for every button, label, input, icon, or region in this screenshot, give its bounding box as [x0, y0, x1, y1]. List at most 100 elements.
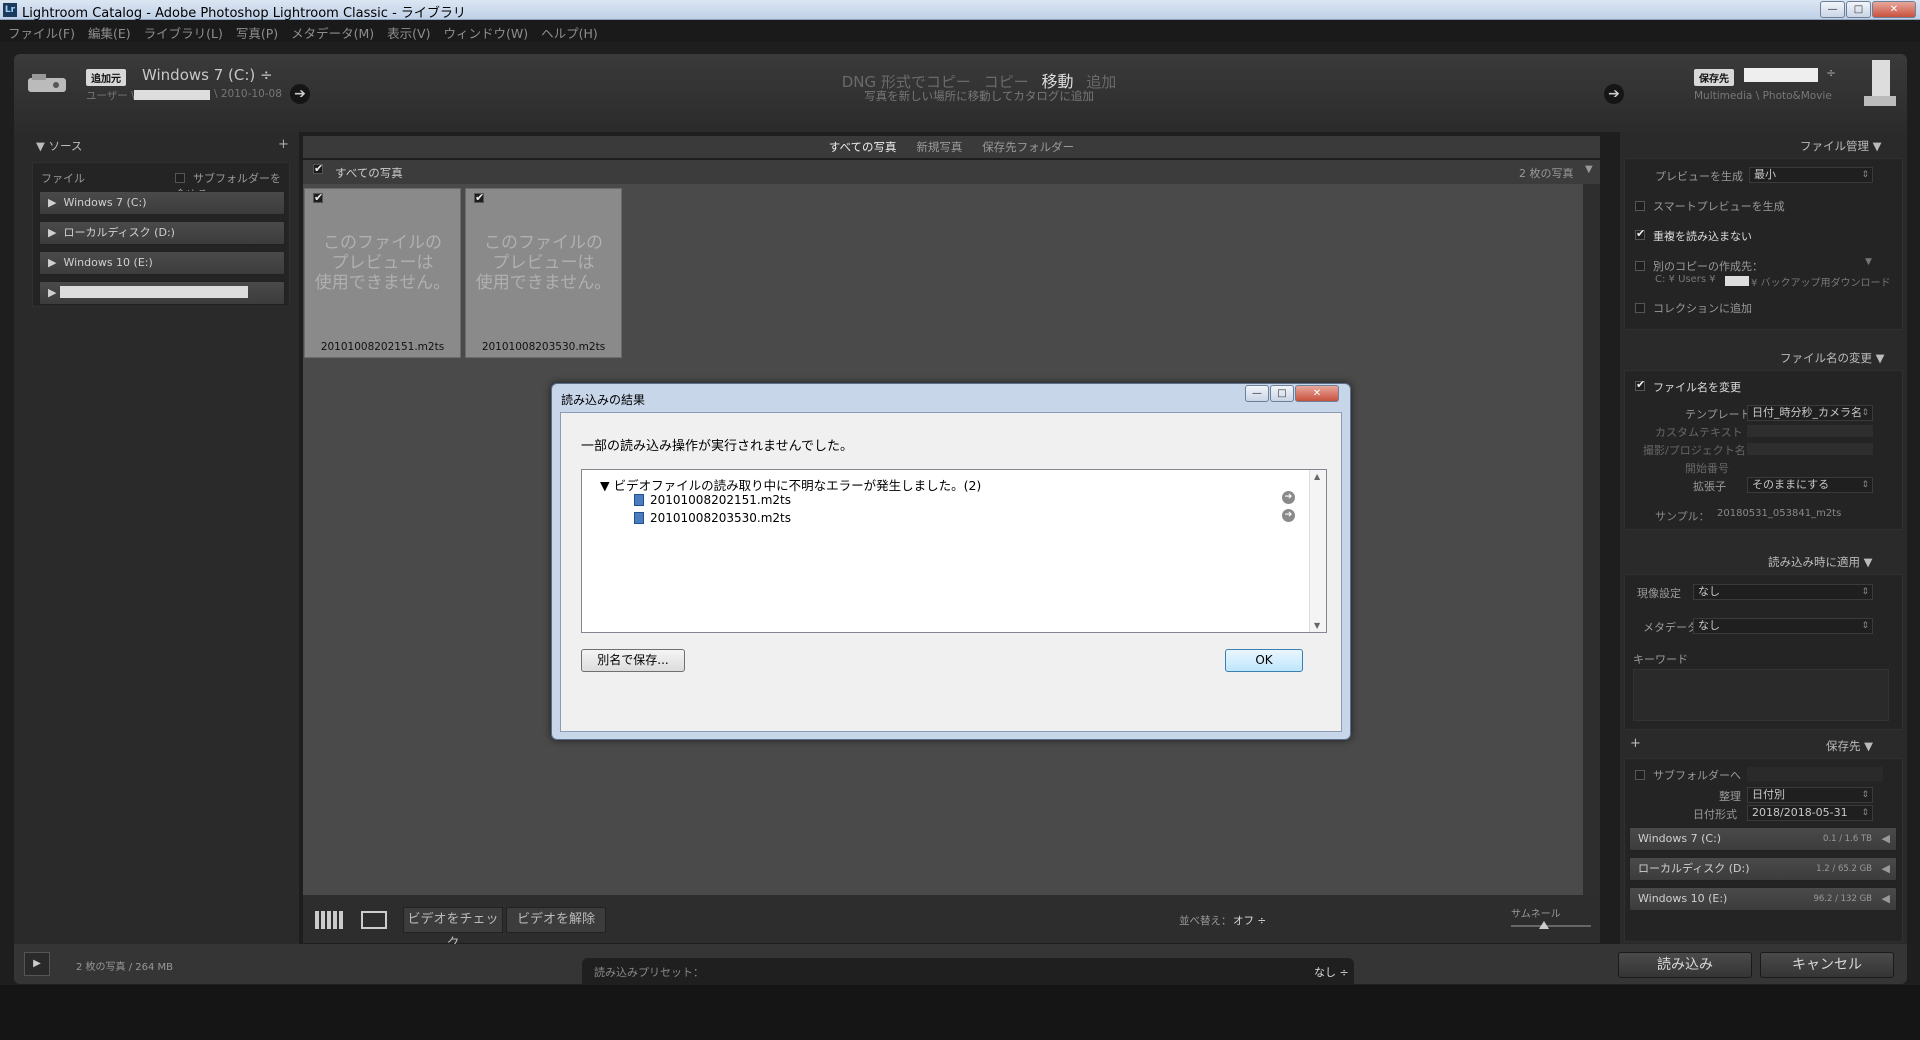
thumbnail-size-slider[interactable] — [1511, 925, 1591, 927]
template-dropdown[interactable]: 日付_時分秒_カメラ名 — [1747, 405, 1873, 421]
develop-settings-dropdown[interactable]: なし — [1693, 584, 1873, 600]
loupe-view-icon[interactable] — [361, 911, 387, 929]
menu-file[interactable]: ファイル(F) — [0, 20, 80, 42]
no-duplicates-option[interactable]: 重複を読み込まない — [1635, 228, 1752, 244]
source-drive-redacted[interactable]: ▶ — [39, 281, 285, 305]
cancel-button[interactable]: キャンセル — [1760, 952, 1894, 978]
tab-all-photos[interactable]: すべての写真 — [829, 140, 897, 154]
organize-label: 整理 — [1719, 790, 1741, 803]
second-copy-dropdown-icon[interactable]: ▼ — [1865, 257, 1872, 267]
add-to-collection-checkbox[interactable] — [1635, 303, 1645, 313]
smart-previews-checkbox[interactable] — [1635, 201, 1645, 211]
second-copy-option[interactable]: 別のコピーの作成先： — [1635, 258, 1763, 274]
thumbnail-filename: 20101008202151.m2ts — [320, 341, 445, 353]
metadata-dropdown[interactable]: なし — [1693, 618, 1873, 634]
keywords-field[interactable] — [1633, 669, 1889, 721]
destination-drive-d[interactable]: ローカルディスク (D:) 1.2 / 65.2 GB ◀ — [1629, 857, 1897, 881]
into-subfolder-option[interactable]: サブフォルダーへ — [1635, 767, 1741, 783]
menu-edit[interactable]: 編集(E) — [80, 20, 136, 42]
all-photos-label: すべての写真 — [335, 166, 403, 180]
dialog-message: 一部の読み込み操作が実行されませんでした。 — [581, 439, 853, 454]
apply-header[interactable]: 読み込み時に適用 ▼ — [1768, 554, 1873, 570]
source-name[interactable]: Windows 7 (C:) ÷ — [142, 66, 273, 84]
rename-header[interactable]: ファイル名の変更 ▼ — [1780, 350, 1885, 366]
import-button[interactable]: 読み込み — [1618, 952, 1752, 978]
menu-view[interactable]: 表示(V) — [379, 20, 435, 42]
menu-metadata[interactable]: メタデータ(M) — [283, 20, 379, 42]
collapse-icon[interactable]: ▼ — [1585, 164, 1593, 175]
error-file-row[interactable]: 20101008203530.m2ts — [634, 511, 791, 525]
thumbnail-checkbox[interactable] — [474, 193, 492, 207]
uncheck-video-button[interactable]: ビデオを解除 — [506, 907, 606, 933]
grid-scrollbar[interactable] — [1583, 184, 1600, 895]
dialog-maximize-button[interactable]: □ — [1270, 385, 1294, 402]
add-source-icon[interactable]: + — [278, 137, 289, 152]
window-title: Lightroom Catalog - Adobe Photoshop Ligh… — [22, 6, 466, 21]
subfolder-name-field[interactable] — [1747, 767, 1883, 781]
dialog-minimize-button[interactable]: — — [1245, 385, 1269, 402]
destination-drive-e[interactable]: Windows 10 (E:) 96.2 / 132 GB ◀ — [1629, 887, 1897, 911]
error-header-text: ビデオファイルの読み取り中に不明なエラーが発生しました。(2) — [613, 478, 982, 493]
redacted-destination-name[interactable] — [1744, 68, 1818, 82]
checkmark-icon — [474, 193, 484, 203]
shoot-name-field[interactable] — [1747, 443, 1873, 455]
select-all-checkbox[interactable] — [313, 164, 331, 178]
destination-drive-c[interactable]: Windows 7 (C:) 0.1 / 1.6 TB ◀ — [1629, 827, 1897, 851]
destination-dropdown-icon[interactable]: ÷ — [1826, 66, 1836, 80]
source-drive-d[interactable]: ▶ ローカルディスク (D:) — [39, 221, 285, 245]
photo-size-status: 2 枚の写真 / 264 MB — [76, 962, 174, 973]
rename-files-option[interactable]: ファイル名を変更 — [1635, 379, 1741, 395]
minimize-button[interactable]: — — [1820, 1, 1845, 18]
video-file-icon — [634, 494, 644, 506]
check-video-button[interactable]: ビデオをチェック — [403, 907, 503, 951]
menu-library[interactable]: ライブラリ(L) — [136, 20, 228, 42]
menu-help[interactable]: ヘルプ(H) — [533, 20, 603, 42]
scroll-down-icon[interactable]: ▼ — [1314, 621, 1320, 630]
custom-text-field[interactable] — [1747, 425, 1873, 437]
slider-thumb-icon[interactable] — [1539, 921, 1549, 929]
add-to-collection-option[interactable]: コレクションに追加 — [1635, 300, 1752, 316]
file-handling-header[interactable]: ファイル管理 ▼ — [1800, 138, 1882, 154]
into-subfolder-label: サブフォルダーへ — [1653, 769, 1741, 782]
menu-photo[interactable]: 写真(P) — [228, 20, 283, 42]
source-drive-c[interactable]: ▶ Windows 7 (C:) — [39, 191, 285, 215]
tab-new-photos[interactable]: 新規写真 — [916, 140, 962, 154]
import-preset-dropdown[interactable]: なし ÷ — [1314, 964, 1349, 980]
error-file-row[interactable]: 20101008202151.m2ts — [634, 493, 791, 507]
error-list-scrollbar[interactable]: ▲ ▼ — [1309, 470, 1326, 632]
thumbnail-cell[interactable]: このファイルの プレビューは 使用できません。 20101008202151.m… — [304, 188, 461, 358]
menu-window[interactable]: ウィンドウ(W) — [435, 20, 533, 42]
tab-destination-folders[interactable]: 保存先フォルダー — [982, 140, 1074, 154]
second-copy-checkbox[interactable] — [1635, 261, 1645, 271]
reveal-arrow-icon[interactable]: ➔ — [1282, 509, 1295, 522]
source-panel-title[interactable]: ▼ ソース — [36, 138, 82, 154]
maximize-button[interactable]: □ — [1846, 1, 1871, 18]
thumbnail-cell[interactable]: このファイルの プレビューは 使用できません。 20101008203530.m… — [465, 188, 622, 358]
close-button[interactable]: ✕ — [1872, 1, 1916, 18]
destination-arrow-icon[interactable]: ➔ — [1604, 84, 1624, 104]
ok-button[interactable]: OK — [1225, 649, 1303, 672]
into-subfolder-checkbox[interactable] — [1635, 770, 1645, 780]
date-format-dropdown[interactable]: 2018/2018-05-31 — [1747, 805, 1873, 821]
include-subfolders-checkbox[interactable] — [175, 173, 185, 183]
organize-dropdown[interactable]: 日付別 — [1747, 787, 1873, 803]
extension-dropdown[interactable]: そのままにする — [1747, 477, 1873, 493]
sort-dropdown[interactable]: オフ ÷ — [1233, 913, 1266, 928]
source-drive-e[interactable]: ▶ Windows 10 (E:) — [39, 251, 285, 275]
destination-header[interactable]: 保存先 ▼ — [1826, 738, 1873, 754]
build-previews-dropdown[interactable]: 最小 — [1749, 167, 1873, 183]
scroll-up-icon[interactable]: ▲ — [1314, 472, 1320, 481]
no-duplicates-checkbox[interactable] — [1635, 230, 1645, 240]
add-destination-icon[interactable]: + — [1630, 736, 1641, 751]
thumbnail-checkbox[interactable] — [313, 193, 331, 207]
rename-files-checkbox[interactable] — [1635, 381, 1645, 391]
error-group[interactable]: ▼ ビデオファイルの読み取り中に不明なエラーが発生しました。(2) — [600, 475, 981, 494]
save-as-button[interactable]: 別名で保存... — [581, 649, 685, 672]
grid-view-icon[interactable] — [315, 911, 343, 929]
source-arrow-icon[interactable]: ➔ — [290, 84, 310, 104]
expand-toggle-icon[interactable]: ▶ — [24, 952, 50, 976]
redacted-drive-name — [59, 286, 248, 298]
reveal-arrow-icon[interactable]: ➔ — [1282, 491, 1295, 504]
smart-previews-option[interactable]: スマートプレビューを生成 — [1635, 198, 1785, 214]
dialog-close-button[interactable]: ✕ — [1295, 385, 1339, 402]
